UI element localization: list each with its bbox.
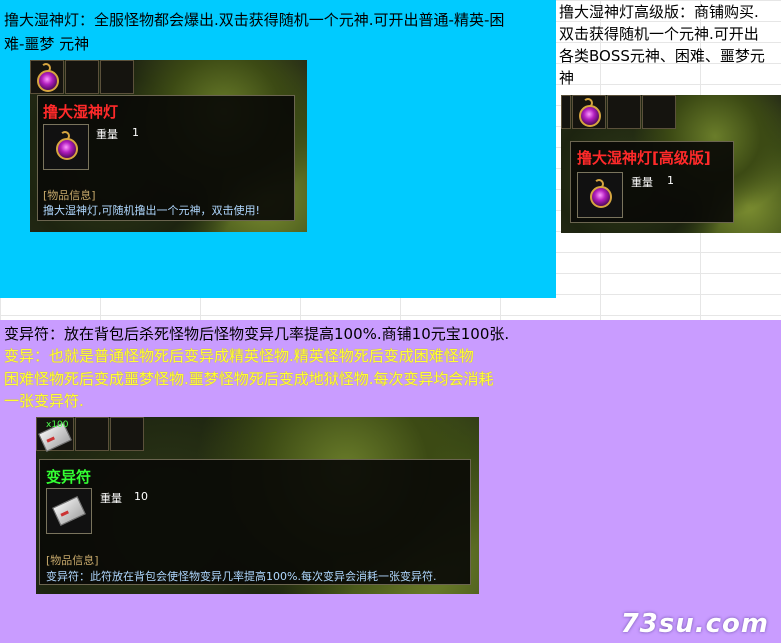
advanced-lamp-description-line-4: 神 <box>559 69 575 87</box>
advanced-lamp-description-line-1: 撸大湿神灯高级版：商铺购买. <box>559 3 759 21</box>
info-label: [物品信息] <box>43 189 96 202</box>
tooltip-title: 撸大湿神灯[高级版] <box>577 149 711 167</box>
charm-game-screenshot: x100 变异符 重量 10 [物品信息] 变异符：此符放在背包会使怪物变异几率… <box>36 417 479 594</box>
inventory-slot[interactable] <box>642 95 676 129</box>
lamp-game-screenshot: 撸大湿神灯 重量 1 [物品信息] 撸大湿神灯,可随机撸出一个元神，双击使用! <box>30 60 307 232</box>
inventory-slot[interactable] <box>100 60 134 94</box>
lamp-item-icon[interactable] <box>37 70 59 92</box>
tooltip-title: 撸大湿神灯 <box>43 103 119 121</box>
weight-value: 10 <box>134 490 148 503</box>
weight-label: 重量 <box>631 176 653 189</box>
slot-count-label: x100 <box>46 420 69 430</box>
site-watermark: 73su.com <box>620 609 769 639</box>
inventory-slot[interactable] <box>75 417 109 451</box>
inventory-slot[interactable] <box>561 95 571 129</box>
advanced-lamp-item-icon[interactable] <box>579 105 601 127</box>
inventory-slot[interactable] <box>607 95 641 129</box>
weight-value: 1 <box>132 126 139 139</box>
info-text: 撸大湿神灯,可随机撸出一个元神，双击使用! <box>43 204 260 217</box>
advanced-lamp-description-line-3: 各类BOSS元神、困难、噩梦元 <box>559 47 765 65</box>
tooltip-item-icon-box <box>43 124 89 170</box>
tooltip-title: 变异符 <box>46 468 92 486</box>
advanced-lamp-tooltip: 撸大湿神灯[高级版] 重量 1 <box>570 141 734 223</box>
weight-label: 重量 <box>96 128 118 141</box>
weight-value: 1 <box>667 174 674 187</box>
mutation-explanation-line-2: 困难怪物死后变成噩梦怪物.噩梦怪物死后变成地狱怪物.每次变异均会消耗 <box>4 370 494 388</box>
lamp-description-line-2: 难-噩梦 元神 <box>4 35 90 53</box>
tooltip-item-icon-box <box>577 172 623 218</box>
info-label: [物品信息] <box>46 554 99 567</box>
inventory-slot[interactable] <box>572 95 606 129</box>
lamp-amulet-icon <box>56 138 78 160</box>
advanced-lamp-game-screenshot: 撸大湿神灯[高级版] 重量 1 <box>561 95 781 233</box>
inventory-slots: x100 <box>36 417 145 452</box>
info-text: 变异符：此符放在背包会使怪物变异几率提高100%.每次变异会消耗一张变异符. <box>46 570 437 583</box>
charm-scroll-icon <box>52 496 86 526</box>
inventory-slots <box>30 60 135 94</box>
inventory-slots <box>561 95 677 129</box>
mutation-explanation-line-3: 一张变异符. <box>4 392 84 410</box>
inventory-slot[interactable] <box>65 60 99 94</box>
inventory-slot[interactable]: x100 <box>36 417 74 452</box>
mutation-explanation-line-1: 变异：也就是普通怪物死后变异成精英怪物.精英怪物死后变成困难怪物 <box>4 347 474 365</box>
lamp-description-line-1: 撸大湿神灯：全服怪物都会爆出.双击获得随机一个元神.可开出普通-精英-困 <box>4 11 505 29</box>
inventory-slot[interactable] <box>30 60 64 94</box>
weight-label: 重量 <box>100 492 122 505</box>
lamp-amulet-icon <box>590 186 612 208</box>
inventory-slot[interactable] <box>110 417 144 451</box>
charm-tooltip: 变异符 重量 10 [物品信息] 变异符：此符放在背包会使怪物变异几率提高100… <box>39 459 471 585</box>
advanced-lamp-description-line-2: 双击获得随机一个元神.可开出 <box>559 25 759 43</box>
charm-description-line: 变异符：放在背包后杀死怪物后怪物变异几率提高100%.商铺10元宝100张. <box>4 325 510 343</box>
tooltip-item-icon-box <box>46 488 92 534</box>
lamp-tooltip: 撸大湿神灯 重量 1 [物品信息] 撸大湿神灯,可随机撸出一个元神，双击使用! <box>37 95 295 221</box>
